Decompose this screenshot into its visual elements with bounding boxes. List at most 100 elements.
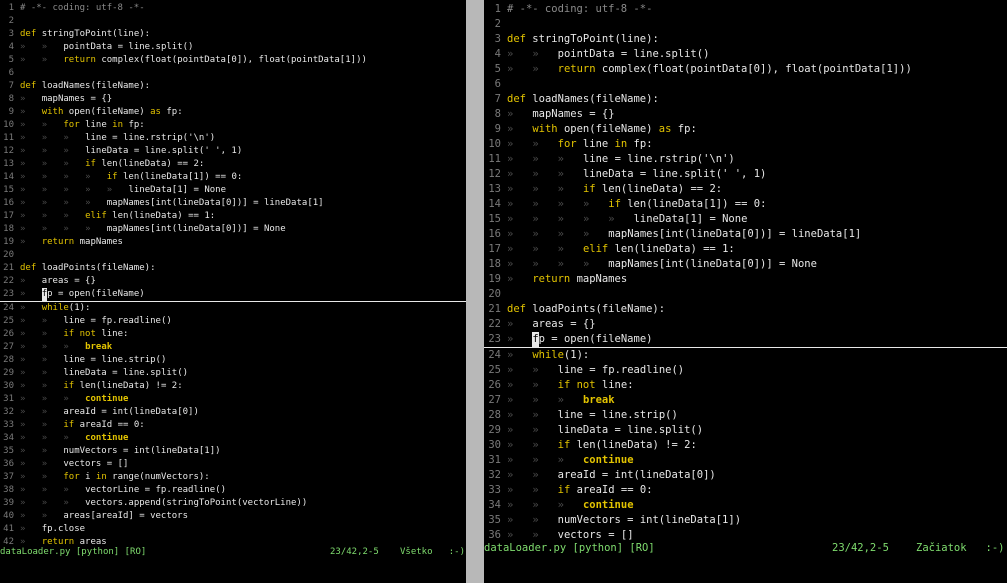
code-line[interactable]: 10 » » for line in fp: xyxy=(0,119,466,132)
code-line[interactable]: 41 » fp.close xyxy=(0,523,466,536)
code-line[interactable]: 13 » » » if len(lineData) == 2: xyxy=(0,158,466,171)
code-line[interactable]: 7 def loadNames(fileName): xyxy=(484,92,1007,107)
code-line[interactable]: 40 » » areas[areaId] = vectors xyxy=(0,510,466,523)
code-line[interactable]: 35 » » numVectors = int(lineData[1]) xyxy=(484,513,1007,528)
line-number: 1 xyxy=(494,3,501,15)
code-line[interactable]: 3 def stringToPoint(line): xyxy=(0,28,466,41)
code-line[interactable]: 11 » » » line = line.rstrip('\n') xyxy=(0,132,466,145)
code-line[interactable]: 21 def loadPoints(fileName): xyxy=(0,262,466,275)
code-line[interactable]: 27 » » » break xyxy=(0,341,466,354)
code-line[interactable]: 11 » » » line = line.rstrip('\n') xyxy=(484,152,1007,167)
code-line[interactable]: 17 » » » elif len(lineData) == 1: xyxy=(0,210,466,223)
code-line[interactable]: 16 » » » » mapNames[int(lineData[0])] = l… xyxy=(484,227,1007,242)
code-text: » » areaId = int(lineData[0]) xyxy=(20,407,199,417)
code-line[interactable]: 20 xyxy=(484,287,1007,302)
code-line[interactable]: 33 » » if areaId == 0: xyxy=(484,483,1007,498)
code-text: def loadNames(fileName): xyxy=(20,81,151,91)
code-line[interactable]: 14 » » » » if len(lineData[1]) == 0: xyxy=(484,197,1007,212)
code-line[interactable]: 23 » fp = open(fileName) xyxy=(484,332,1007,348)
code-line[interactable]: 7 def loadNames(fileName): xyxy=(0,80,466,93)
code-line[interactable]: 12 » » » lineData = line.split(' ', 1) xyxy=(484,167,1007,182)
code-editor-right[interactable]: 1 # -*- coding: utf-8 -*- 2 3 def stringToPo… xyxy=(484,2,1007,543)
left-terminal-pane[interactable]: 1 # -*- coding: utf-8 -*- 2 3 def stringToPo… xyxy=(0,0,466,583)
code-line[interactable]: 1 # -*- coding: utf-8 -*- xyxy=(484,2,1007,17)
code-line[interactable]: 8 » mapNames = {} xyxy=(484,107,1007,122)
code-line[interactable]: 25 » » line = fp.readline() xyxy=(484,363,1007,378)
code-line[interactable]: 26 » » if not line: xyxy=(484,378,1007,393)
code-line[interactable]: 19 » return mapNames xyxy=(484,272,1007,287)
code-line[interactable]: 16 » » » » mapNames[int(lineData[0])] = l… xyxy=(0,197,466,210)
code-line[interactable]: 18 » » » » mapNames[int(lineData[0])] = N… xyxy=(0,223,466,236)
code-line[interactable]: 5 » » return complex(float(pointData[0]),… xyxy=(484,62,1007,77)
code-line[interactable]: 3 def stringToPoint(line): xyxy=(484,32,1007,47)
code-line[interactable]: 10 » » for line in fp: xyxy=(484,137,1007,152)
code-line[interactable]: 24 » while(1): xyxy=(484,348,1007,363)
code-line[interactable]: 8 » mapNames = {} xyxy=(0,93,466,106)
code-line[interactable]: 31 » » » continue xyxy=(0,393,466,406)
code-line[interactable]: 15 » » » » » lineData[1] = None xyxy=(0,184,466,197)
code-line[interactable]: 4 » » pointData = line.split() xyxy=(0,41,466,54)
code-text: » » » continue xyxy=(507,499,634,511)
code-line[interactable]: 32 » » areaId = int(lineData[0]) xyxy=(0,406,466,419)
code-line[interactable]: 38 » » » vectorLine = fp.readline() xyxy=(0,484,466,497)
code-line[interactable]: 30 » » if len(lineData) != 2: xyxy=(0,380,466,393)
code-line[interactable]: 12 » » » lineData = line.split(' ', 1) xyxy=(0,145,466,158)
right-terminal-pane[interactable]: 1 # -*- coding: utf-8 -*- 2 3 def stringToPo… xyxy=(484,0,1007,583)
line-number: 29 xyxy=(3,368,14,378)
code-line[interactable]: 22 » areas = {} xyxy=(0,275,466,288)
code-text: » » » » mapNames[int(lineData[0])] = Non… xyxy=(507,258,817,270)
line-number: 30 xyxy=(488,439,501,451)
code-editor-left[interactable]: 1 # -*- coding: utf-8 -*- 2 3 def stringToPo… xyxy=(0,2,466,549)
code-line[interactable]: 9 » with open(fileName) as fp: xyxy=(484,122,1007,137)
line-number: 5 xyxy=(494,63,501,75)
code-line[interactable]: 26 » » if not line: xyxy=(0,328,466,341)
code-line[interactable]: 5 » » return complex(float(pointData[0]),… xyxy=(0,54,466,67)
code-line[interactable]: 2 xyxy=(0,15,466,28)
code-line[interactable]: 4 » » pointData = line.split() xyxy=(484,47,1007,62)
code-line[interactable]: 6 xyxy=(0,67,466,80)
code-line[interactable]: 34 » » » continue xyxy=(0,432,466,445)
code-line[interactable]: 37 » » for i in range(numVectors): xyxy=(0,471,466,484)
line-number: 19 xyxy=(488,273,501,285)
code-line[interactable]: 1 # -*- coding: utf-8 -*- xyxy=(0,2,466,15)
code-line[interactable]: 9 » with open(fileName) as fp: xyxy=(0,106,466,119)
line-number: 1 xyxy=(8,3,14,13)
code-line[interactable]: 28 » » line = line.strip() xyxy=(0,354,466,367)
code-line[interactable]: 25 » » line = fp.readline() xyxy=(0,315,466,328)
line-number: 27 xyxy=(3,342,14,352)
line-number: 35 xyxy=(3,446,14,456)
code-line[interactable]: 22 » areas = {} xyxy=(484,317,1007,332)
code-text: » » » vectors.append(stringToPoint(vecto… xyxy=(20,498,308,508)
code-line[interactable]: 21 def loadPoints(fileName): xyxy=(484,302,1007,317)
code-line[interactable]: 18 » » » » mapNames[int(lineData[0])] = N… xyxy=(484,257,1007,272)
code-line[interactable]: 29 » » lineData = line.split() xyxy=(484,423,1007,438)
code-line[interactable]: 28 » » line = line.strip() xyxy=(484,408,1007,423)
code-line[interactable]: 23 » fp = open(fileName) xyxy=(0,288,466,302)
code-line[interactable]: 27 » » » break xyxy=(484,393,1007,408)
window-separator[interactable] xyxy=(466,0,484,583)
code-line[interactable]: 32 » » areaId = int(lineData[0]) xyxy=(484,468,1007,483)
code-line[interactable]: 30 » » if len(lineData) != 2: xyxy=(484,438,1007,453)
code-line[interactable]: 17 » » » elif len(lineData) == 1: xyxy=(484,242,1007,257)
code-line[interactable]: 34 » » » continue xyxy=(484,498,1007,513)
code-line[interactable]: 19 » return mapNames xyxy=(0,236,466,249)
line-number: 17 xyxy=(488,243,501,255)
code-line[interactable]: 36 » » vectors = [] xyxy=(0,458,466,471)
code-line[interactable]: 6 xyxy=(484,77,1007,92)
line-number: 2 xyxy=(8,16,14,26)
code-line[interactable]: 15 » » » » » lineData[1] = None xyxy=(484,212,1007,227)
code-line[interactable]: 33 » » if areaId == 0: xyxy=(0,419,466,432)
line-number: 18 xyxy=(488,258,501,270)
line-number: 22 xyxy=(488,318,501,330)
code-line[interactable]: 14 » » » » if len(lineData[1]) == 0: xyxy=(0,171,466,184)
code-line[interactable]: 20 xyxy=(0,249,466,262)
code-line[interactable]: 35 » » numVectors = int(lineData[1]) xyxy=(0,445,466,458)
code-text: » » » break xyxy=(20,342,113,352)
code-line[interactable]: 2 xyxy=(484,17,1007,32)
code-line[interactable]: 13 » » » if len(lineData) == 2: xyxy=(484,182,1007,197)
code-line[interactable]: 24 » while(1): xyxy=(0,302,466,315)
code-line[interactable]: 31 » » » continue xyxy=(484,453,1007,468)
code-line[interactable]: 29 » » lineData = line.split() xyxy=(0,367,466,380)
code-text: » » lineData = line.split() xyxy=(20,368,189,378)
code-line[interactable]: 39 » » » vectors.append(stringToPoint(vec… xyxy=(0,497,466,510)
